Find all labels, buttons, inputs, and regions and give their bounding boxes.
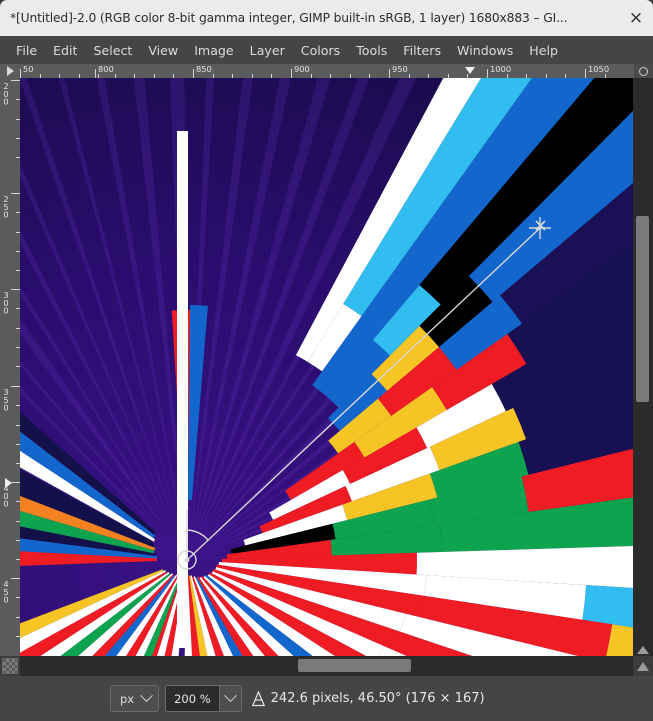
menu-item-tools[interactable]: Tools — [348, 40, 395, 61]
ruler-label: 950 — [391, 64, 408, 74]
ruler-tick — [11, 80, 20, 81]
ruler-origin-button[interactable] — [0, 64, 20, 78]
ruler-label: 350 — [1, 387, 11, 410]
ruler-label: 300 — [1, 290, 11, 313]
zoom-input[interactable]: 200 % — [165, 685, 219, 712]
ruler-tick — [20, 69, 21, 78]
menu-item-view[interactable]: View — [140, 40, 186, 61]
menu-bar: File Edit Select View Image Layer Colors… — [0, 36, 653, 64]
navigation-preview-button[interactable] — [635, 658, 651, 674]
ruler-tick — [487, 69, 488, 78]
close-icon[interactable]: × — [619, 0, 653, 36]
measure-tool-icon — [251, 691, 266, 707]
horizontal-ruler-ticks: 50 800 850 900 950 1000 1050 — [20, 64, 634, 78]
ruler-label: 850 — [195, 64, 212, 74]
ruler-tick — [193, 69, 194, 78]
menu-item-filters[interactable]: Filters — [395, 40, 449, 61]
unit-selector-value: px — [120, 692, 134, 706]
window-title: *[Untitled]-2.0 (RGB color 8-bit gamma i… — [0, 11, 619, 25]
menu-item-file[interactable]: File — [8, 40, 45, 61]
navigation-triangle-icon — [637, 662, 649, 671]
triangle-icon — [7, 66, 14, 76]
ruler-tick — [11, 193, 20, 194]
ruler-tick — [389, 69, 390, 78]
ruler-label: 200 — [1, 81, 11, 104]
zoom-image-button[interactable] — [634, 64, 653, 78]
menu-item-select[interactable]: Select — [85, 40, 140, 61]
title-bar: *[Untitled]-2.0 (RGB color 8-bit gamma i… — [0, 0, 653, 36]
canvas-artwork — [20, 78, 633, 656]
ruler-label: 1050 — [587, 64, 609, 74]
chevron-down-icon — [140, 689, 153, 702]
ruler-label: 450 — [1, 579, 11, 602]
menu-item-colors[interactable]: Colors — [293, 40, 348, 61]
zoom-dropdown-button[interactable] — [219, 685, 242, 712]
ruler-tick — [11, 386, 20, 387]
menu-item-layer[interactable]: Layer — [242, 40, 293, 61]
ruler-tick — [11, 289, 20, 290]
menu-item-windows[interactable]: Windows — [449, 40, 521, 61]
vertical-scrollbar[interactable] — [633, 78, 653, 656]
horizontal-scrollbar[interactable] — [20, 656, 633, 676]
chevron-down-icon — [224, 689, 237, 702]
horizontal-position-marker — [465, 67, 475, 74]
ruler-label: 250 — [1, 194, 11, 217]
vertical-position-marker — [5, 478, 12, 488]
measure-status-text: 242.6 pixels, 46.50° (176 × 167) — [271, 691, 485, 706]
ruler-tick — [585, 69, 586, 78]
ruler-label: 1000 — [489, 64, 511, 74]
ruler-label: 900 — [293, 64, 310, 74]
vertical-ruler[interactable]: 200 250 300 350 400 450 — [0, 78, 20, 656]
menu-item-edit[interactable]: Edit — [45, 40, 85, 61]
horizontal-ruler[interactable]: 50 800 850 900 950 1000 1050 — [0, 64, 653, 78]
gimp-window: *[Untitled]-2.0 (RGB color 8-bit gamma i… — [0, 0, 653, 721]
ruler-tick — [291, 69, 292, 78]
menu-item-image[interactable]: Image — [186, 40, 241, 61]
status-bar: px 200 % 242.6 pixels, 46.50° (176 × 167… — [0, 676, 653, 721]
ruler-tick — [11, 578, 20, 579]
ruler-label: 800 — [97, 64, 114, 74]
unit-selector[interactable]: px — [110, 685, 159, 712]
image-canvas[interactable] — [20, 78, 633, 656]
ruler-tick — [11, 482, 20, 483]
quick-mask-toggle-icon[interactable] — [2, 658, 18, 674]
zoom-fit-icon — [639, 67, 648, 76]
navigation-arrow-icon — [637, 646, 649, 654]
vertical-scroll-thumb[interactable] — [636, 216, 649, 402]
ruler-tick — [95, 69, 96, 78]
menu-item-help[interactable]: Help — [521, 40, 566, 61]
horizontal-scroll-thumb[interactable] — [298, 659, 411, 672]
ruler-label: 50 — [22, 64, 34, 74]
